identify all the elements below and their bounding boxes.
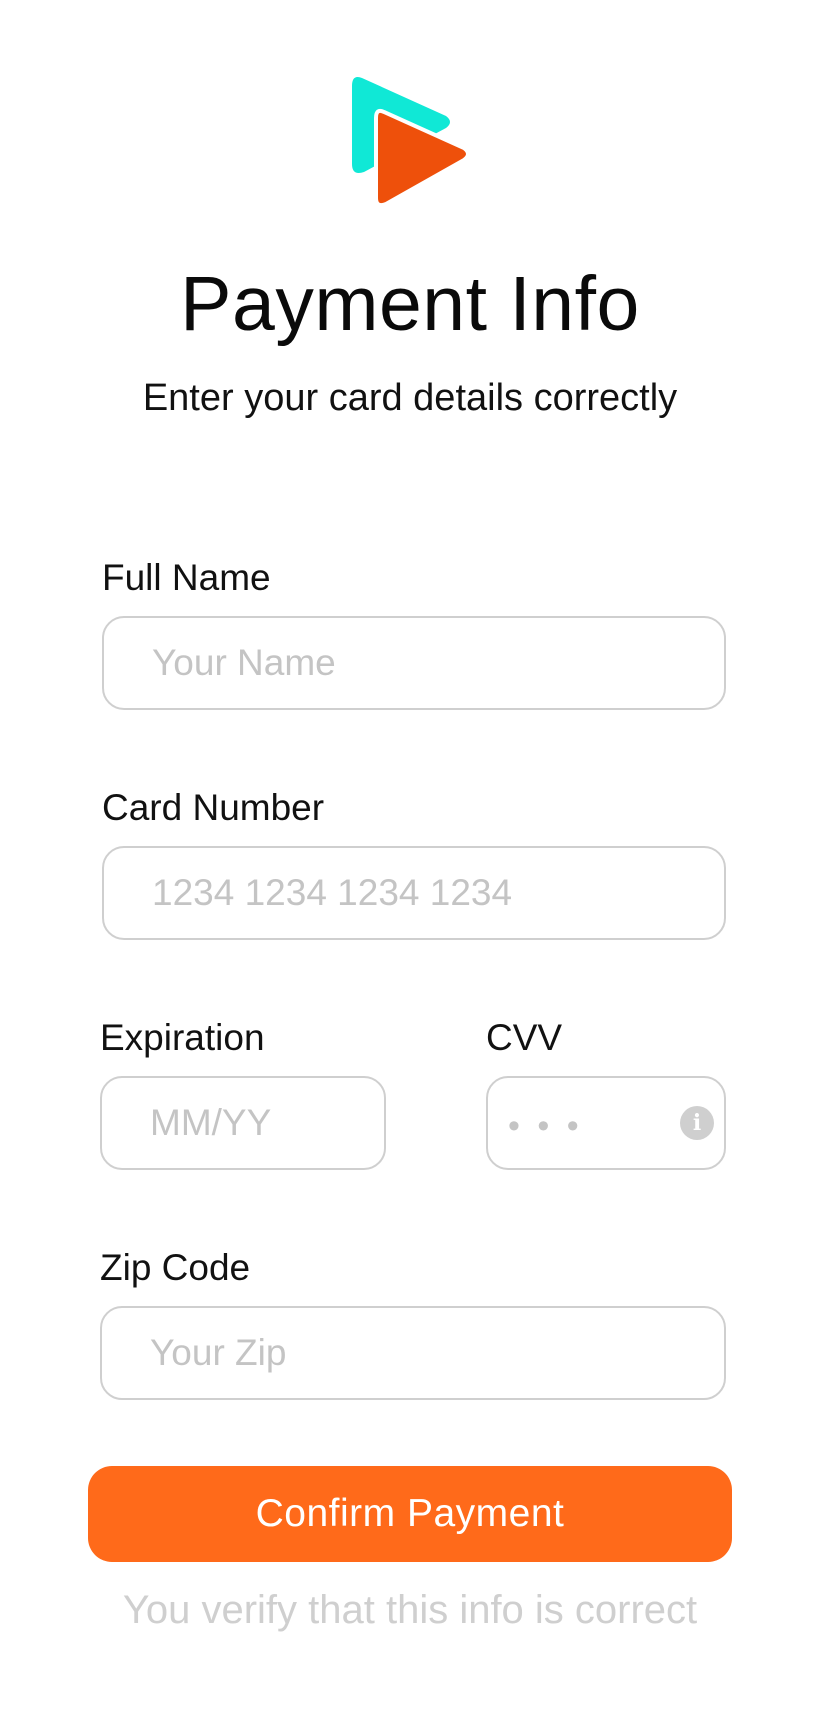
page-title: Payment Info	[180, 261, 640, 347]
full-name-label: Full Name	[102, 557, 271, 598]
zip-code-input[interactable]	[100, 1306, 726, 1400]
zip-code-label: Zip Code	[100, 1247, 251, 1288]
verification-note: You verify that this info is correct	[122, 1588, 698, 1632]
info-icon[interactable]: i	[680, 1106, 714, 1140]
card-number-label: Card Number	[102, 787, 325, 828]
confirm-payment-button[interactable]: Confirm Payment	[88, 1466, 732, 1562]
play-triangles-logo-icon	[352, 77, 470, 208]
full-name-input[interactable]	[102, 616, 726, 710]
expiration-input[interactable]	[100, 1076, 386, 1170]
expiration-label: Expiration	[100, 1017, 265, 1058]
card-number-input[interactable]	[102, 846, 726, 940]
payment-page: Payment Info Enter your card details cor…	[0, 0, 820, 1731]
page-subtitle: Enter your card details correctly	[142, 377, 678, 419]
cvv-label: CVV	[486, 1017, 563, 1058]
cvv-field-wrapper: • • • i	[486, 1076, 726, 1170]
